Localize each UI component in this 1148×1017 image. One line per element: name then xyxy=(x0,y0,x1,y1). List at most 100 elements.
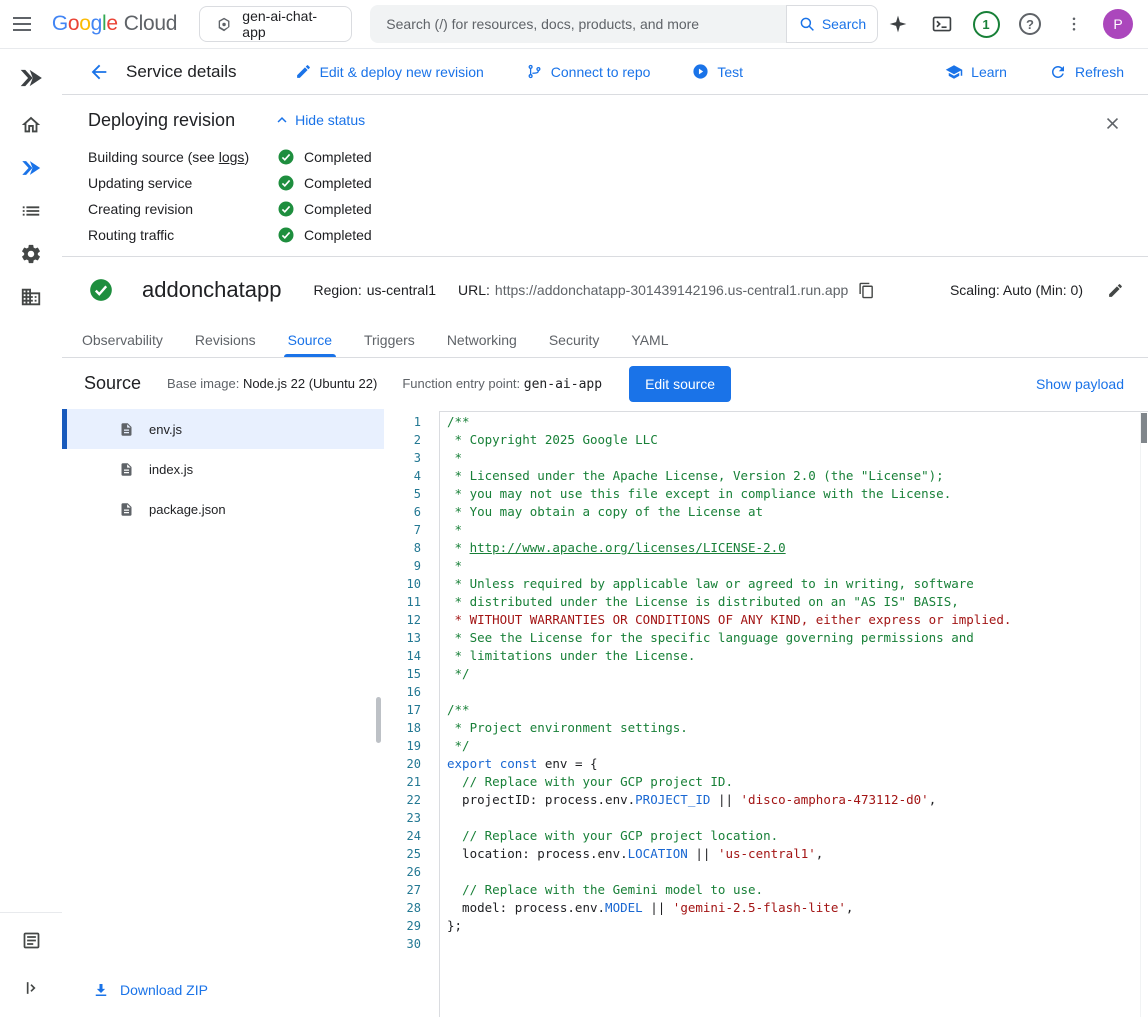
line-number: 6 xyxy=(384,503,421,521)
pencil-icon xyxy=(295,63,312,80)
left-nav-rail xyxy=(0,49,62,1017)
line-number: 9 xyxy=(384,557,421,575)
base-image-field: Base image: Node.js 22 (Ubuntu 22) xyxy=(167,376,377,391)
file-tree-scrollbar[interactable] xyxy=(376,697,381,743)
rail-item-services[interactable] xyxy=(11,153,51,183)
line-number: 24 xyxy=(384,827,421,845)
code-line: // Replace with the Gemini model to use. xyxy=(447,881,1138,899)
file-tree: env.js index.js package.json Download ZIP xyxy=(62,409,384,1017)
learn-button[interactable]: Learn xyxy=(945,63,1007,81)
file-env.js[interactable]: env.js xyxy=(62,409,384,449)
hide-status-button[interactable]: Hide status xyxy=(273,111,365,129)
search-button[interactable]: Search xyxy=(786,5,878,43)
more-options-button[interactable] xyxy=(1054,4,1094,44)
file-icon xyxy=(119,502,134,517)
search-bar: Search (/) for resources, docs, products… xyxy=(370,5,878,43)
code-line: * Unless required by applicable law or a… xyxy=(447,575,1138,593)
file-package.json[interactable]: package.json xyxy=(62,489,384,529)
code-line: model: process.env.MODEL || 'gemini-2.5-… xyxy=(447,899,1138,917)
cloud-run-product-logo xyxy=(11,59,51,97)
logs-link[interactable]: logs xyxy=(219,149,245,165)
tab-triggers[interactable]: Triggers xyxy=(348,323,431,357)
repo-icon xyxy=(526,63,543,80)
copy-url-button[interactable] xyxy=(858,282,875,299)
content-area: Service details Edit & deploy new revisi… xyxy=(0,49,1148,1017)
line-number: 14 xyxy=(384,647,421,665)
rail-collapse-button[interactable] xyxy=(11,973,51,1003)
code-line: */ xyxy=(447,737,1138,755)
rail-item-integrations[interactable] xyxy=(11,239,51,269)
account-button[interactable]: P xyxy=(1098,4,1138,44)
source-toolbar: Source Base image: Node.js 22 (Ubuntu 22… xyxy=(62,358,1148,409)
rail-item-jobs[interactable] xyxy=(11,196,51,226)
file-index.js[interactable]: index.js xyxy=(62,449,384,489)
line-number: 18 xyxy=(384,719,421,737)
tab-source[interactable]: Source xyxy=(272,323,348,357)
close-panel-button[interactable] xyxy=(1098,109,1126,137)
hamburger-icon xyxy=(13,17,31,31)
line-number: 16 xyxy=(384,683,421,701)
status-row: Creating revisionCompleted xyxy=(88,196,1124,222)
tab-revisions[interactable]: Revisions xyxy=(179,323,272,357)
cloud-shell-button[interactable] xyxy=(922,4,962,44)
tab-yaml[interactable]: YAML xyxy=(615,323,684,357)
terminal-icon xyxy=(931,13,953,35)
rail-item-domains[interactable] xyxy=(11,282,51,312)
learn-icon xyxy=(945,63,963,81)
download-zip-button[interactable]: Download ZIP xyxy=(92,981,208,999)
rail-item-release-notes[interactable] xyxy=(11,925,51,955)
tab-security[interactable]: Security xyxy=(533,323,616,357)
service-summary: addonchatapp Region: us-central1 URL: ht… xyxy=(62,257,1148,323)
connect-repo-button[interactable]: Connect to repo xyxy=(526,63,651,80)
code-line: * Licensed under the Apache License, Ver… xyxy=(447,467,1138,485)
edit-scaling-button[interactable] xyxy=(1107,282,1124,299)
refresh-button[interactable]: Refresh xyxy=(1049,63,1124,81)
line-number: 3 xyxy=(384,449,421,467)
back-button[interactable] xyxy=(88,61,110,83)
check-circle-icon xyxy=(277,200,295,218)
code-line: * Project environment settings. xyxy=(447,719,1138,737)
notification-count-button[interactable]: 1 xyxy=(966,4,1006,44)
edit-deploy-button[interactable]: Edit & deploy new revision xyxy=(295,63,484,80)
line-number: 17 xyxy=(384,701,421,719)
search-input[interactable]: Search (/) for resources, docs, products… xyxy=(370,5,786,43)
google-logo-letters: Google xyxy=(52,12,118,36)
gear-icon xyxy=(20,243,42,265)
play-icon xyxy=(692,63,709,80)
edit-source-button[interactable]: Edit source xyxy=(629,366,731,402)
help-button[interactable]: ? xyxy=(1010,4,1050,44)
deploy-status-panel: Deploying revision Hide status Building … xyxy=(62,95,1148,257)
deploy-panel-title: Deploying revision xyxy=(88,110,235,131)
test-button[interactable]: Test xyxy=(692,63,743,80)
line-number: 26 xyxy=(384,863,421,881)
editor-scrollbar[interactable] xyxy=(1140,412,1148,1017)
file-name: env.js xyxy=(149,422,182,437)
editor-scrollbar-thumb[interactable] xyxy=(1141,413,1147,443)
cloud-run-logo-icon xyxy=(18,65,44,91)
tab-observability[interactable]: Observability xyxy=(66,323,179,357)
status-value: Completed xyxy=(277,174,372,192)
line-number: 21 xyxy=(384,773,421,791)
service-toolbar: Service details Edit & deploy new revisi… xyxy=(62,49,1148,95)
cloud-wordmark: Cloud xyxy=(124,12,177,36)
source-workspace: env.jsindex.jspackage.json Download ZIP … xyxy=(62,409,1148,1017)
source-title: Source xyxy=(84,373,141,394)
show-payload-link[interactable]: Show payload xyxy=(1036,376,1124,392)
code-line: * xyxy=(447,557,1138,575)
rail-bottom-section xyxy=(0,912,62,1017)
search-icon xyxy=(798,15,816,33)
main-menu-button[interactable] xyxy=(0,0,44,48)
gemini-button[interactable] xyxy=(878,4,918,44)
code-line: projectID: process.env.PROJECT_ID || 'di… xyxy=(447,791,1138,809)
tab-networking[interactable]: Networking xyxy=(431,323,533,357)
code-area[interactable]: /** * Copyright 2025 Google LLC * * Lice… xyxy=(439,411,1148,1017)
project-selector[interactable]: gen-ai-chat-app xyxy=(199,6,352,42)
line-number: 25 xyxy=(384,845,421,863)
rail-item-home[interactable] xyxy=(11,110,51,140)
line-number: 1 xyxy=(384,413,421,431)
file-name: package.json xyxy=(149,502,226,517)
line-number: 7 xyxy=(384,521,421,539)
file-list: env.js index.js package.json xyxy=(62,409,384,529)
scaling-field: Scaling: Auto (Min: 0) xyxy=(950,282,1124,299)
line-number: 19 xyxy=(384,737,421,755)
